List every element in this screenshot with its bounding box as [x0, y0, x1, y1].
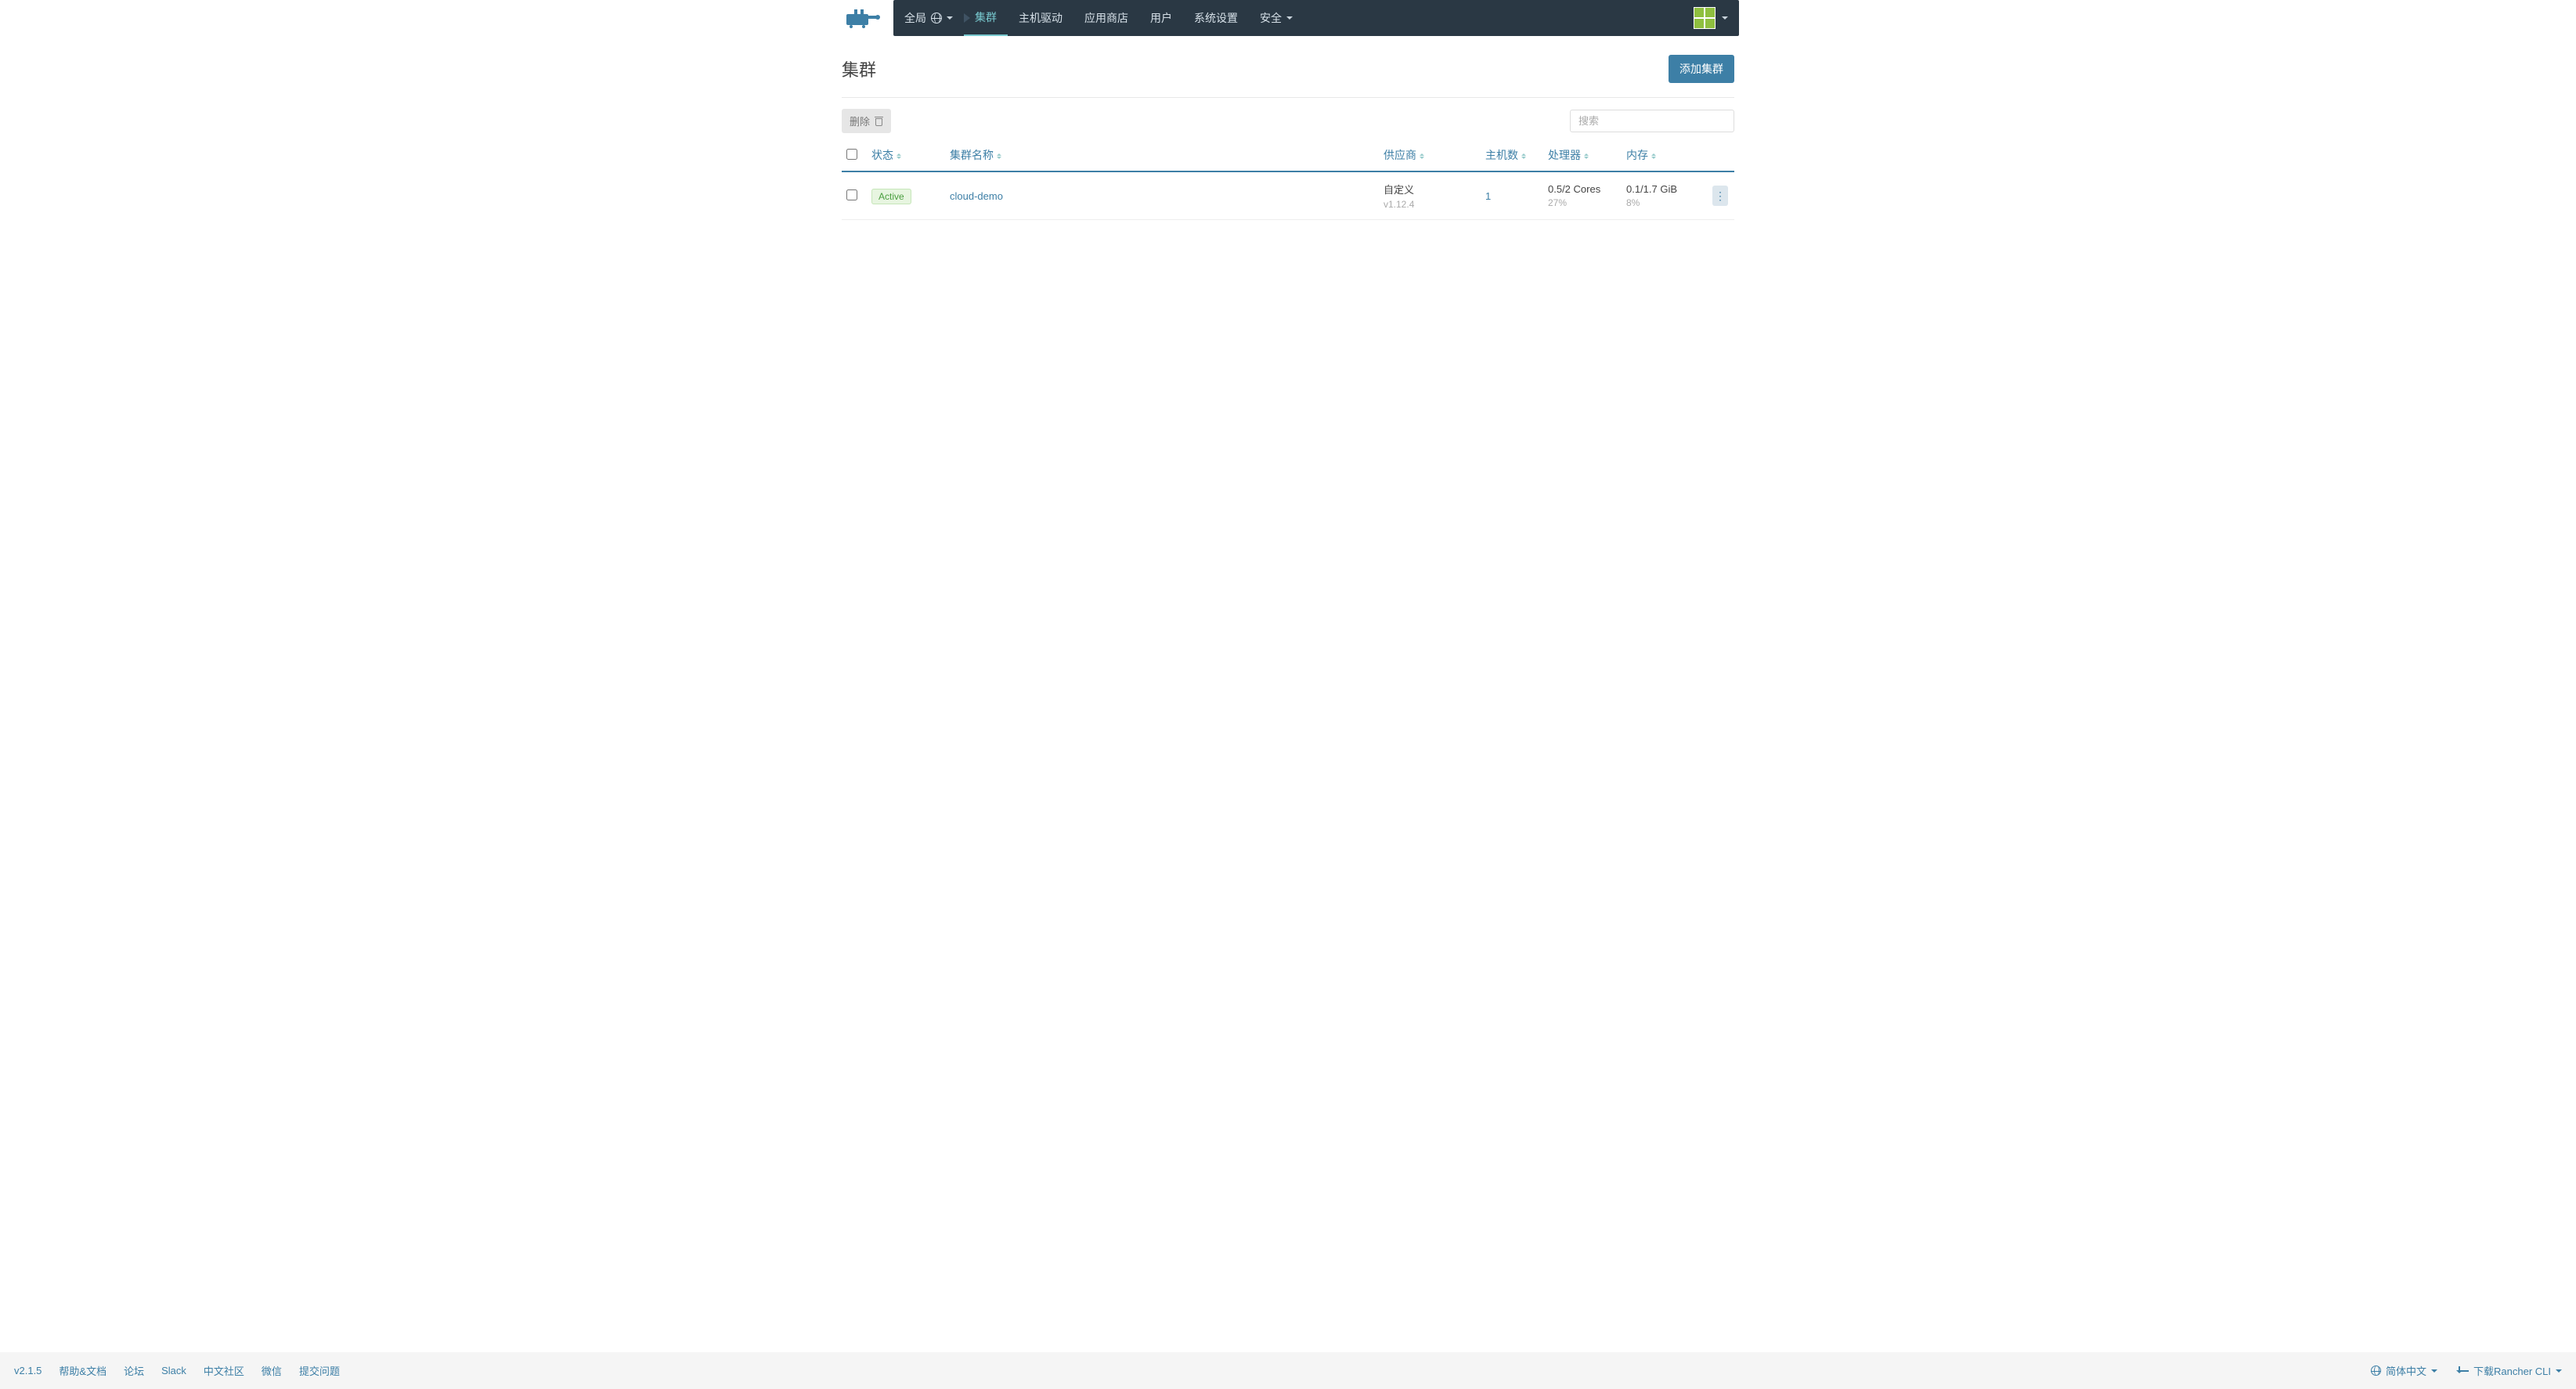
nav-item-catalogs[interactable]: 应用商店: [1073, 0, 1139, 36]
footer-link-issue[interactable]: 提交问题: [299, 1363, 340, 1378]
logo[interactable]: [846, 8, 893, 28]
footer: v2.1.5 帮助&文档 论坛 Slack 中文社区 微信 提交问题 简体中文 …: [0, 1352, 2576, 1389]
sort-icon: [1584, 153, 1589, 159]
download-label: 下载Rancher CLI: [2473, 1363, 2551, 1378]
trash-icon: [875, 117, 883, 126]
page-title: 集群: [842, 56, 876, 81]
chevron-down-icon: [2556, 1369, 2562, 1373]
footer-link-slack[interactable]: Slack: [161, 1365, 186, 1376]
chevron-down-icon: [947, 16, 953, 20]
cluster-name-link[interactable]: cloud-demo: [950, 190, 1003, 202]
provider-version: v1.12.4: [1384, 199, 1476, 210]
nav-item-clusters[interactable]: 集群: [964, 0, 1008, 36]
nav-item-node-drivers[interactable]: 主机驱动: [1008, 0, 1073, 36]
footer-link-cn-community[interactable]: 中文社区: [204, 1363, 244, 1378]
top-nav: 全局 集群 主机驱动 应用商店 用户 系统设置 安全: [893, 0, 1739, 36]
delete-label: 删除: [850, 114, 870, 128]
table-row: Active cloud-demo 自定义 v1.12.4 1 0.5/2 Co…: [842, 171, 1734, 220]
avatar: [1694, 7, 1716, 29]
globe-icon: [931, 13, 942, 23]
sort-icon: [1651, 153, 1656, 159]
version-label[interactable]: v2.1.5: [14, 1365, 41, 1376]
nodes-link[interactable]: 1: [1485, 190, 1491, 202]
col-name[interactable]: 集群名称: [945, 139, 1379, 171]
chevron-down-icon: [1286, 16, 1293, 20]
nav-scope-dropdown[interactable]: 全局: [893, 0, 964, 36]
ram-percent: 8%: [1626, 197, 1703, 208]
chevron-down-icon: [1722, 16, 1728, 20]
add-cluster-button[interactable]: 添加集群: [1669, 55, 1734, 83]
sort-icon: [1420, 153, 1424, 159]
sort-icon: [1521, 153, 1526, 159]
footer-link-help[interactable]: 帮助&文档: [59, 1363, 106, 1378]
col-state[interactable]: 状态: [867, 139, 945, 171]
globe-icon: [2371, 1366, 2381, 1376]
download-icon: [2455, 1366, 2464, 1376]
cpu-value: 0.5/2 Cores: [1548, 183, 1617, 195]
language-label: 简体中文: [2386, 1363, 2426, 1378]
download-cli[interactable]: 下载Rancher CLI: [2455, 1363, 2562, 1378]
language-selector[interactable]: 简体中文: [2371, 1363, 2437, 1378]
col-cpu[interactable]: 处理器: [1543, 139, 1622, 171]
sort-icon: [997, 153, 1001, 159]
select-all-checkbox[interactable]: [846, 149, 857, 160]
status-badge: Active: [871, 189, 911, 204]
row-actions-button[interactable]: ⋮: [1712, 186, 1728, 206]
col-nodes[interactable]: 主机数: [1481, 139, 1543, 171]
clusters-table: 状态 集群名称 供应商 主机数 处理器 内存 Active cloud-demo…: [842, 139, 1734, 220]
ram-value: 0.1/1.7 GiB: [1626, 183, 1703, 195]
nav-item-settings[interactable]: 系统设置: [1183, 0, 1249, 36]
rancher-logo-icon: [846, 8, 882, 28]
nav-item-users[interactable]: 用户: [1139, 0, 1183, 36]
user-menu[interactable]: [1683, 0, 1739, 36]
delete-button[interactable]: 删除: [842, 109, 891, 133]
provider-value: 自定义: [1384, 182, 1476, 197]
footer-link-forums[interactable]: 论坛: [124, 1363, 144, 1378]
nav-item-security[interactable]: 安全: [1249, 0, 1304, 36]
nav-scope-label: 全局: [904, 0, 926, 36]
col-ram[interactable]: 内存: [1622, 139, 1708, 171]
row-checkbox[interactable]: [846, 189, 857, 200]
col-provider[interactable]: 供应商: [1379, 139, 1481, 171]
footer-link-wechat[interactable]: 微信: [262, 1363, 282, 1378]
chevron-down-icon: [2431, 1369, 2437, 1373]
sort-icon: [897, 153, 901, 159]
cpu-percent: 27%: [1548, 197, 1617, 208]
search-input[interactable]: [1570, 110, 1734, 132]
